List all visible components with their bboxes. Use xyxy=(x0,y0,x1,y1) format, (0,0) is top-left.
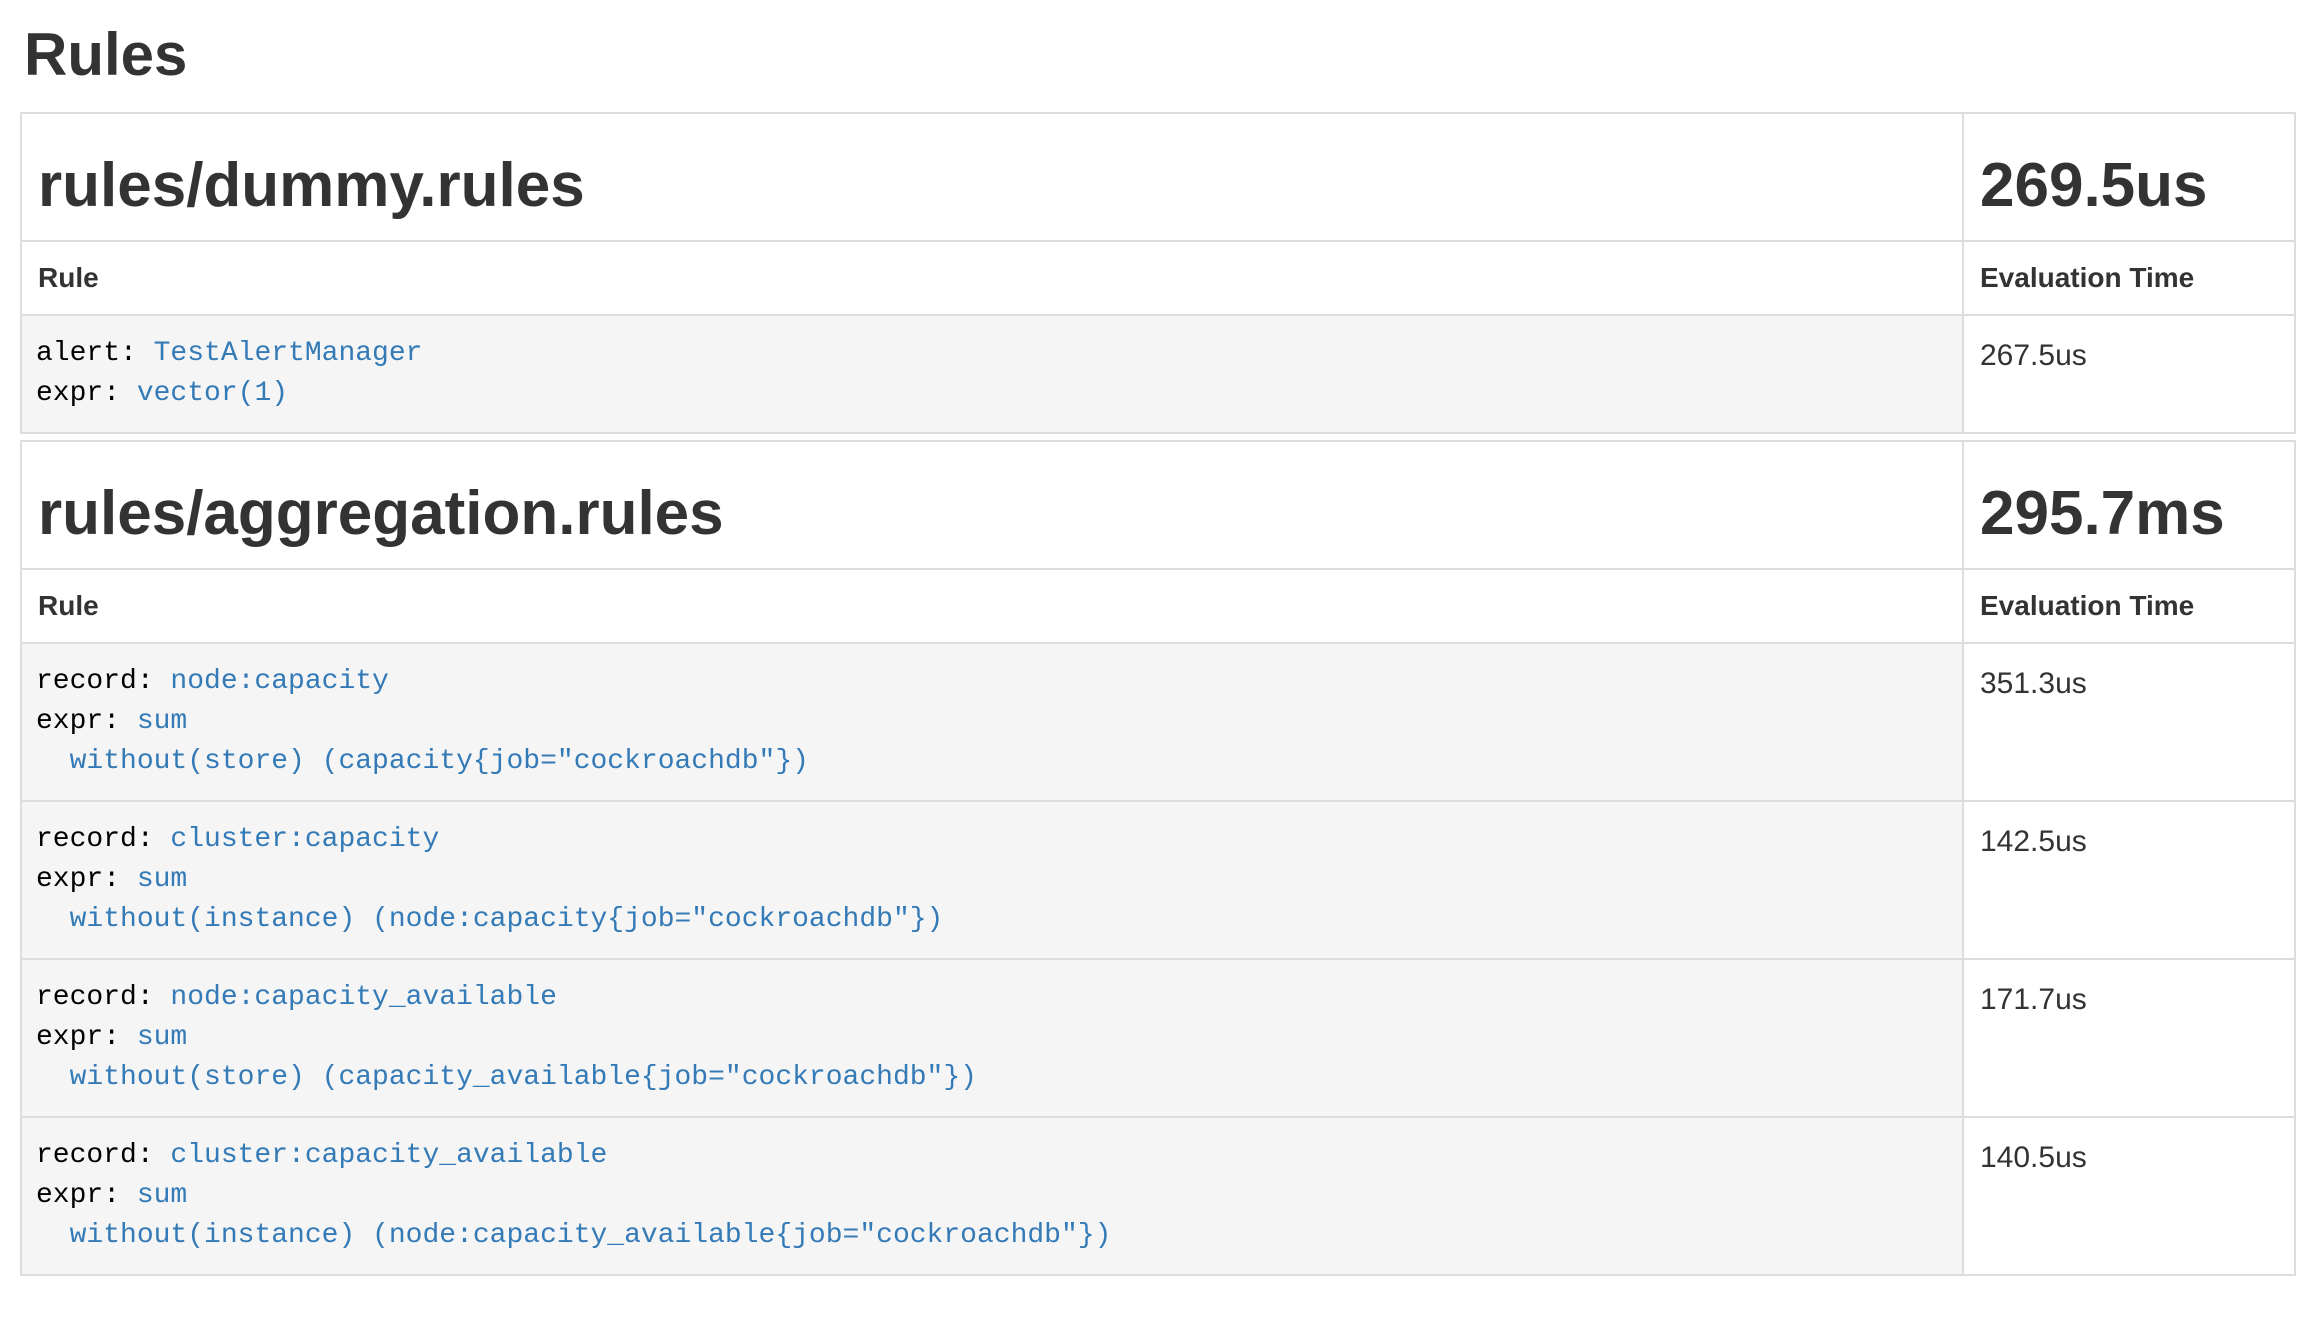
rule-group-eval-total-cell: 295.7ms xyxy=(1963,441,2295,569)
rule-definition: record: cluster:capacityexpr: sum withou… xyxy=(21,801,1963,959)
code-line: record: cluster:capacity_available xyxy=(36,1136,1948,1176)
rule-group-table: rules/aggregation.rules 295.7ms Rule Eva… xyxy=(20,440,2296,1276)
rule-link[interactable]: sum xyxy=(137,706,187,737)
eval-column-header: Evaluation Time xyxy=(1963,241,2295,315)
rule-definition: record: node:capacityexpr: sum without(s… xyxy=(21,643,1963,801)
rule-evaluation-time: 142.5us xyxy=(1963,801,2295,959)
rule-evaluation-time: 351.3us xyxy=(1963,643,2295,801)
rule-group-file-cell: rules/aggregation.rules xyxy=(21,441,1963,569)
rule-definition: alert: TestAlertManagerexpr: vector(1) xyxy=(21,315,1963,433)
rule-row: record: cluster:capacity_availableexpr: … xyxy=(21,1117,2295,1275)
rule-definition: record: cluster:capacity_availableexpr: … xyxy=(21,1117,1963,1275)
rule-row: alert: TestAlertManagerexpr: vector(1)26… xyxy=(21,315,2295,433)
rule-row: record: node:capacityexpr: sum without(s… xyxy=(21,643,2295,801)
rule-evaluation-time: 140.5us xyxy=(1963,1117,2295,1275)
rule-column-header: Rule xyxy=(21,569,1963,643)
rule-group-eval-total: 269.5us xyxy=(1980,152,2278,220)
rule-group-file: rules/dummy.rules xyxy=(38,152,1946,220)
rule-group-table: rules/dummy.rules 269.5us Rule Evaluatio… xyxy=(20,112,2296,434)
code-keyword: record: xyxy=(36,1140,170,1171)
rule-link[interactable]: without(instance) (node:capacity_availab… xyxy=(36,1220,1111,1251)
code-line: expr: sum xyxy=(36,702,1948,742)
code-line: without(instance) (node:capacity_availab… xyxy=(36,1216,1948,1256)
rule-definition: record: node:capacity_availableexpr: sum… xyxy=(21,959,1963,1117)
rule-evaluation-time: 171.7us xyxy=(1963,959,2295,1117)
rule-link[interactable]: TestAlertManager xyxy=(154,338,423,369)
column-header-row: Rule Evaluation Time xyxy=(21,241,2295,315)
rule-group-header-row: rules/dummy.rules 269.5us xyxy=(21,113,2295,241)
column-header-row: Rule Evaluation Time xyxy=(21,569,2295,643)
code-keyword: record: xyxy=(36,982,170,1013)
code-keyword: expr: xyxy=(36,1022,137,1053)
code-line: without(store) (capacity_available{job="… xyxy=(36,1058,1948,1098)
code-line: without(store) (capacity{job="cockroachd… xyxy=(36,742,1948,782)
rule-link[interactable]: vector(1) xyxy=(137,378,288,409)
rule-row: record: node:capacity_availableexpr: sum… xyxy=(21,959,2295,1117)
rule-link[interactable]: cluster:capacity xyxy=(170,824,439,855)
rule-group-file-cell: rules/dummy.rules xyxy=(21,113,1963,241)
code-keyword: expr: xyxy=(36,1180,137,1211)
rule-link[interactable]: sum xyxy=(137,864,187,895)
rule-groups: rules/dummy.rules 269.5us Rule Evaluatio… xyxy=(20,112,2296,1276)
rule-link[interactable]: node:capacity xyxy=(170,666,388,697)
rule-column-header: Rule xyxy=(21,241,1963,315)
rule-link[interactable]: without(store) (capacity{job="cockroachd… xyxy=(36,746,809,777)
code-line: expr: sum xyxy=(36,1018,1948,1058)
page-title: Rules xyxy=(24,22,2296,88)
code-line: expr: vector(1) xyxy=(36,374,1948,414)
rule-link[interactable]: sum xyxy=(137,1180,187,1211)
rule-link[interactable]: without(instance) (node:capacity{job="co… xyxy=(36,904,943,935)
code-line: record: cluster:capacity xyxy=(36,820,1948,860)
code-line: expr: sum xyxy=(36,1176,1948,1216)
rule-group-file: rules/aggregation.rules xyxy=(38,480,1946,548)
code-keyword: expr: xyxy=(36,864,137,895)
code-keyword: record: xyxy=(36,824,170,855)
code-line: record: node:capacity_available xyxy=(36,978,1948,1018)
rule-group-eval-total: 295.7ms xyxy=(1980,480,2278,548)
rule-row: record: cluster:capacityexpr: sum withou… xyxy=(21,801,2295,959)
code-keyword: expr: xyxy=(36,378,137,409)
code-line: expr: sum xyxy=(36,860,1948,900)
rules-page: Rules rules/dummy.rules 269.5us Rule Eva… xyxy=(0,22,2316,1276)
code-line: without(instance) (node:capacity{job="co… xyxy=(36,900,1948,940)
code-keyword: record: xyxy=(36,666,170,697)
code-line: alert: TestAlertManager xyxy=(36,334,1948,374)
rule-group-header-row: rules/aggregation.rules 295.7ms xyxy=(21,441,2295,569)
rule-evaluation-time: 267.5us xyxy=(1963,315,2295,433)
rule-link[interactable]: node:capacity_available xyxy=(170,982,556,1013)
code-keyword: expr: xyxy=(36,706,137,737)
rule-link[interactable]: without(store) (capacity_available{job="… xyxy=(36,1062,977,1093)
eval-column-header: Evaluation Time xyxy=(1963,569,2295,643)
code-line: record: node:capacity xyxy=(36,662,1948,702)
rule-link[interactable]: cluster:capacity_available xyxy=(170,1140,607,1171)
rule-link[interactable]: sum xyxy=(137,1022,187,1053)
rule-group-eval-total-cell: 269.5us xyxy=(1963,113,2295,241)
code-keyword: alert: xyxy=(36,338,154,369)
